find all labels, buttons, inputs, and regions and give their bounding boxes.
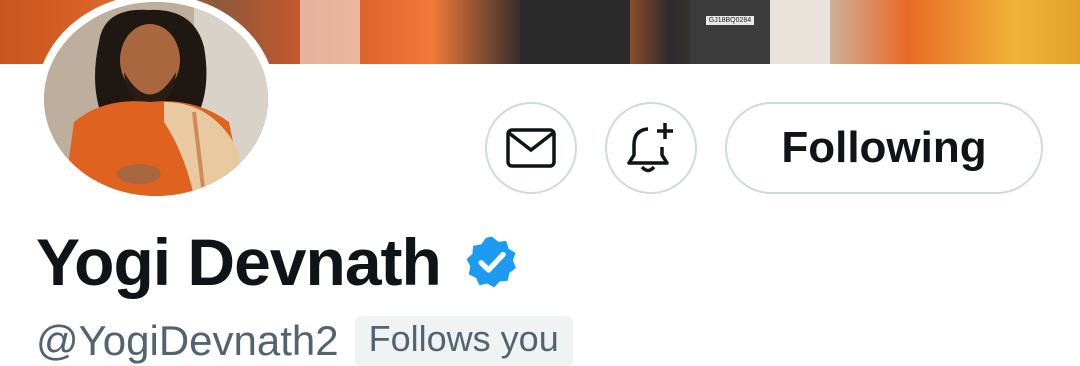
profile-handle-row: @YogiDevnath2 Follows you [36, 316, 573, 366]
profile-name-row: Yogi Devnath [36, 222, 521, 302]
follows-you-badge: Follows you [354, 316, 573, 366]
avatar-photo [44, 2, 268, 196]
avatar-portrait-illustration [44, 2, 268, 196]
verified-badge-icon[interactable] [463, 233, 521, 291]
bell-plus-icon [627, 123, 673, 173]
banner-white-garment [770, 0, 830, 64]
profile-handle: @YogiDevnath2 [36, 317, 339, 364]
profile-avatar[interactable] [36, 0, 276, 204]
following-button[interactable]: Following [725, 102, 1043, 194]
banner-crowd-dark [520, 0, 630, 64]
notify-button[interactable] [605, 102, 697, 194]
banner-motorbike: GJ18BQ0284 [690, 0, 770, 64]
envelope-icon [506, 128, 556, 168]
display-name: Yogi Devnath [36, 225, 442, 299]
message-button[interactable] [485, 102, 577, 194]
banner-number-plate: GJ18BQ0284 [706, 16, 754, 25]
banner-flowers [300, 0, 360, 64]
